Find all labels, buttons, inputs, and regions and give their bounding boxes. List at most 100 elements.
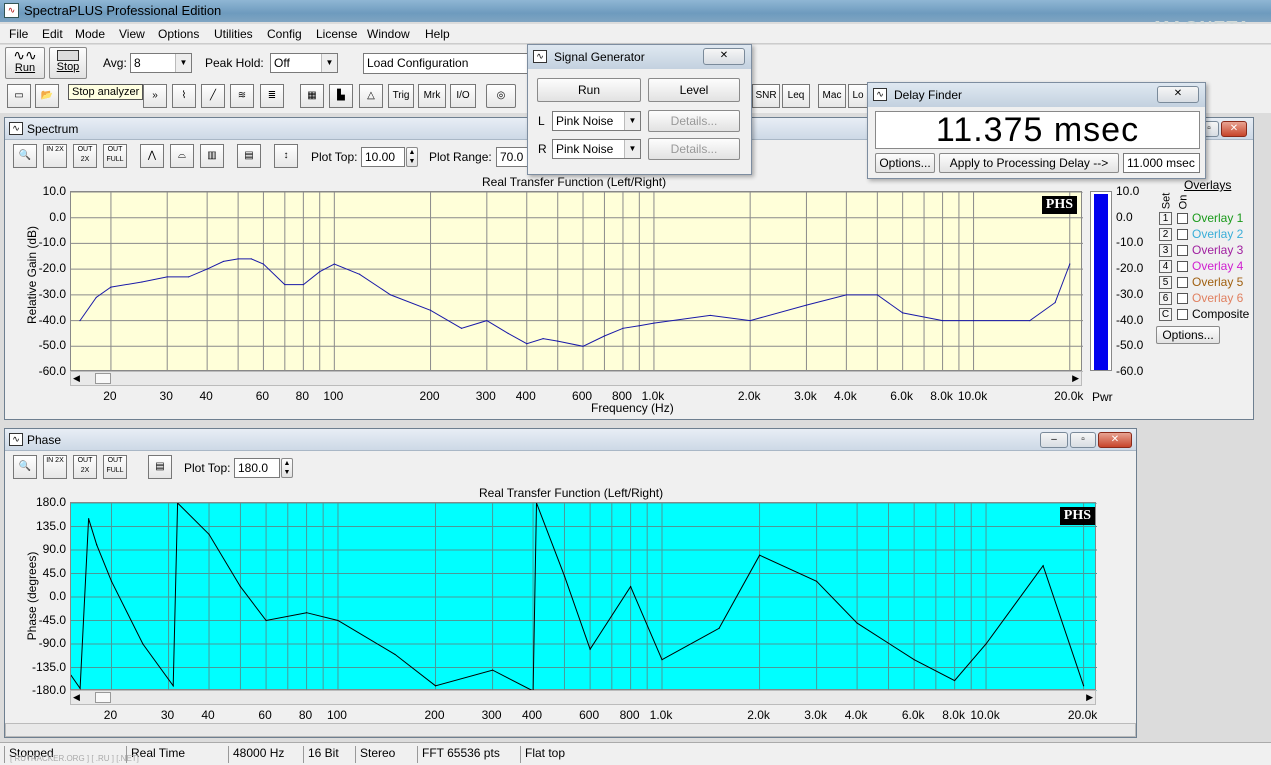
spectrum-plot-area[interactable]: PHS bbox=[70, 191, 1083, 372]
menu-help[interactable]: Help bbox=[425, 27, 450, 41]
phs-badge: PHS bbox=[1059, 507, 1095, 525]
menu-config[interactable]: Config bbox=[267, 27, 302, 41]
menu-window[interactable]: Window bbox=[367, 27, 410, 41]
zoom-icon[interactable]: 🔍 bbox=[13, 144, 37, 168]
left-details-button[interactable]: Details... bbox=[648, 110, 740, 132]
io-button[interactable]: I/O bbox=[450, 84, 476, 108]
sine-icon[interactable]: ◎ bbox=[486, 84, 516, 108]
avg-select[interactable]: 8 ▼ bbox=[130, 53, 192, 73]
vertical-scale-icon[interactable]: ↕ bbox=[274, 144, 298, 168]
sawtooth-icon[interactable]: ╱ bbox=[201, 84, 225, 108]
spectrogram-icon[interactable]: ≋ bbox=[230, 84, 254, 108]
triangle-icon[interactable]: △ bbox=[359, 84, 383, 108]
scroll-thumb[interactable] bbox=[95, 373, 111, 384]
overlay-set-button[interactable]: 6 bbox=[1159, 292, 1172, 305]
right-signal-select[interactable]: Pink Noise ▼ bbox=[552, 139, 641, 159]
open-folder-icon[interactable]: 📂 bbox=[35, 84, 59, 108]
lo-button[interactable]: Lo bbox=[848, 84, 868, 108]
plot-range-input[interactable]: 70.0 bbox=[496, 147, 530, 167]
zoom-in-2x-button[interactable]: IN 2X bbox=[43, 455, 67, 479]
overlay-set-button[interactable]: 1 bbox=[1159, 212, 1172, 225]
app-titlebar: ∿ SpectraPLUS Professional Edition MAGNE… bbox=[0, 0, 1271, 38]
calculator-icon[interactable]: ▦ bbox=[300, 84, 324, 108]
menu-edit[interactable]: Edit bbox=[42, 27, 63, 41]
table-icon[interactable]: ▤ bbox=[237, 144, 261, 168]
delay-value-field[interactable]: 11.000 msec bbox=[1123, 153, 1200, 173]
zoom-icon[interactable]: 🔍 bbox=[13, 455, 37, 479]
mac-button[interactable]: Mac bbox=[818, 84, 846, 108]
overlay-checkbox[interactable] bbox=[1177, 245, 1188, 256]
maximize-icon[interactable]: ▫ bbox=[1070, 432, 1096, 448]
overlay-checkbox[interactable] bbox=[1177, 261, 1188, 272]
left-signal-value: Pink Noise bbox=[556, 114, 614, 128]
waterfall-icon[interactable]: ≣ bbox=[260, 84, 284, 108]
plot-top-input[interactable]: 10.00 bbox=[361, 147, 405, 167]
new-icon[interactable]: ▭ bbox=[7, 84, 31, 108]
snr-button[interactable]: SNR bbox=[752, 84, 780, 108]
forward-icon[interactable]: » bbox=[143, 84, 167, 108]
overlays-options-button[interactable]: Options... bbox=[1156, 326, 1220, 344]
overlay-checkbox[interactable] bbox=[1177, 229, 1188, 240]
menu-file[interactable]: File bbox=[9, 27, 28, 41]
peak-shape-icon[interactable]: ⋀ bbox=[140, 144, 164, 168]
scope-icon[interactable]: ⌇ bbox=[172, 84, 196, 108]
zoom-out-full-button[interactable]: OUT FULL bbox=[103, 455, 127, 479]
overlay-set-button[interactable]: 3 bbox=[1159, 244, 1172, 257]
meter-icon[interactable]: ▙ bbox=[329, 84, 353, 108]
phase-plot-top-spinner[interactable]: ▲ ▼ bbox=[281, 458, 293, 478]
scroll-thumb[interactable] bbox=[95, 692, 111, 703]
overlay-checkbox[interactable] bbox=[1177, 293, 1188, 304]
menu-options[interactable]: Options bbox=[158, 27, 199, 41]
overlay-set-button[interactable]: 4 bbox=[1159, 260, 1172, 273]
close-icon[interactable]: ✕ bbox=[703, 48, 745, 65]
run-button[interactable]: ∿∿ Run bbox=[5, 47, 45, 79]
right-details-button[interactable]: Details... bbox=[648, 138, 740, 160]
stop-button[interactable]: Stop bbox=[49, 47, 87, 79]
mrk-button[interactable]: Mrk bbox=[418, 84, 446, 108]
scroll-left-icon: ◀ bbox=[73, 373, 80, 383]
signal-run-button[interactable]: Run bbox=[537, 78, 641, 102]
peak-hold-value: Off bbox=[274, 56, 290, 70]
plot-top-label: Plot Top: bbox=[311, 150, 358, 164]
close-icon[interactable]: ✕ bbox=[1098, 432, 1132, 448]
phase-hscroll[interactable]: ◀ ▶ bbox=[70, 690, 1096, 705]
zoom-out-2x-button[interactable]: OUT 2X bbox=[73, 455, 97, 479]
menu-view[interactable]: View bbox=[119, 27, 145, 41]
zoom-out-2x-button[interactable]: OUT 2X bbox=[73, 144, 97, 168]
zoom-out-full-button[interactable]: OUT FULL bbox=[103, 144, 127, 168]
minimize-icon[interactable]: – bbox=[1040, 432, 1068, 448]
phase-y-tick-label: 180.0 bbox=[35, 495, 66, 509]
overlay-checkbox[interactable] bbox=[1177, 213, 1188, 224]
plot-top-spinner[interactable]: ▲ ▼ bbox=[406, 147, 418, 167]
close-icon[interactable]: ✕ bbox=[1221, 121, 1247, 137]
phase-plot-top-input[interactable]: 180.0 bbox=[234, 458, 280, 478]
zoom-in-2x-button[interactable]: IN 2X bbox=[43, 144, 67, 168]
apply-delay-button[interactable]: Apply to Processing Delay --> bbox=[939, 153, 1119, 173]
phase-plot-area[interactable]: PHS bbox=[70, 502, 1097, 691]
overlay-set-button[interactable]: C bbox=[1159, 308, 1172, 321]
menu-mode[interactable]: Mode bbox=[75, 27, 105, 41]
trig-button[interactable]: Trig bbox=[388, 84, 414, 108]
peak-hold-select[interactable]: Off ▼ bbox=[270, 53, 338, 73]
data-point bbox=[265, 619, 267, 622]
delay-options-button[interactable]: Options... bbox=[875, 153, 935, 173]
menu-utilities[interactable]: Utilities bbox=[214, 27, 253, 41]
overlay-checkbox[interactable] bbox=[1177, 309, 1188, 320]
overlay-set-button[interactable]: 2 bbox=[1159, 228, 1172, 241]
octave-bars-icon[interactable]: ⌓ bbox=[170, 144, 194, 168]
phase-window-hscroll[interactable] bbox=[5, 723, 1136, 737]
overlay-set-button[interactable]: 5 bbox=[1159, 276, 1172, 289]
bars-icon[interactable]: ▥ bbox=[200, 144, 224, 168]
close-icon[interactable]: ✕ bbox=[1157, 86, 1199, 103]
table-icon[interactable]: ▤ bbox=[148, 455, 172, 479]
data-point bbox=[709, 314, 711, 317]
menu-license[interactable]: License bbox=[316, 27, 357, 41]
leq-button[interactable]: Leq bbox=[782, 84, 810, 108]
overlay-checkbox[interactable] bbox=[1177, 277, 1188, 288]
left-signal-select[interactable]: Pink Noise ▼ bbox=[552, 111, 641, 131]
signal-level-button[interactable]: Level bbox=[648, 78, 740, 102]
spectrum-xlabel: Frequency (Hz) bbox=[591, 401, 674, 415]
data-point bbox=[166, 276, 168, 278]
spectrum-hscroll[interactable]: ◀ ▶ bbox=[70, 371, 1082, 386]
load-configuration-select[interactable]: Load Configuration bbox=[363, 53, 531, 74]
